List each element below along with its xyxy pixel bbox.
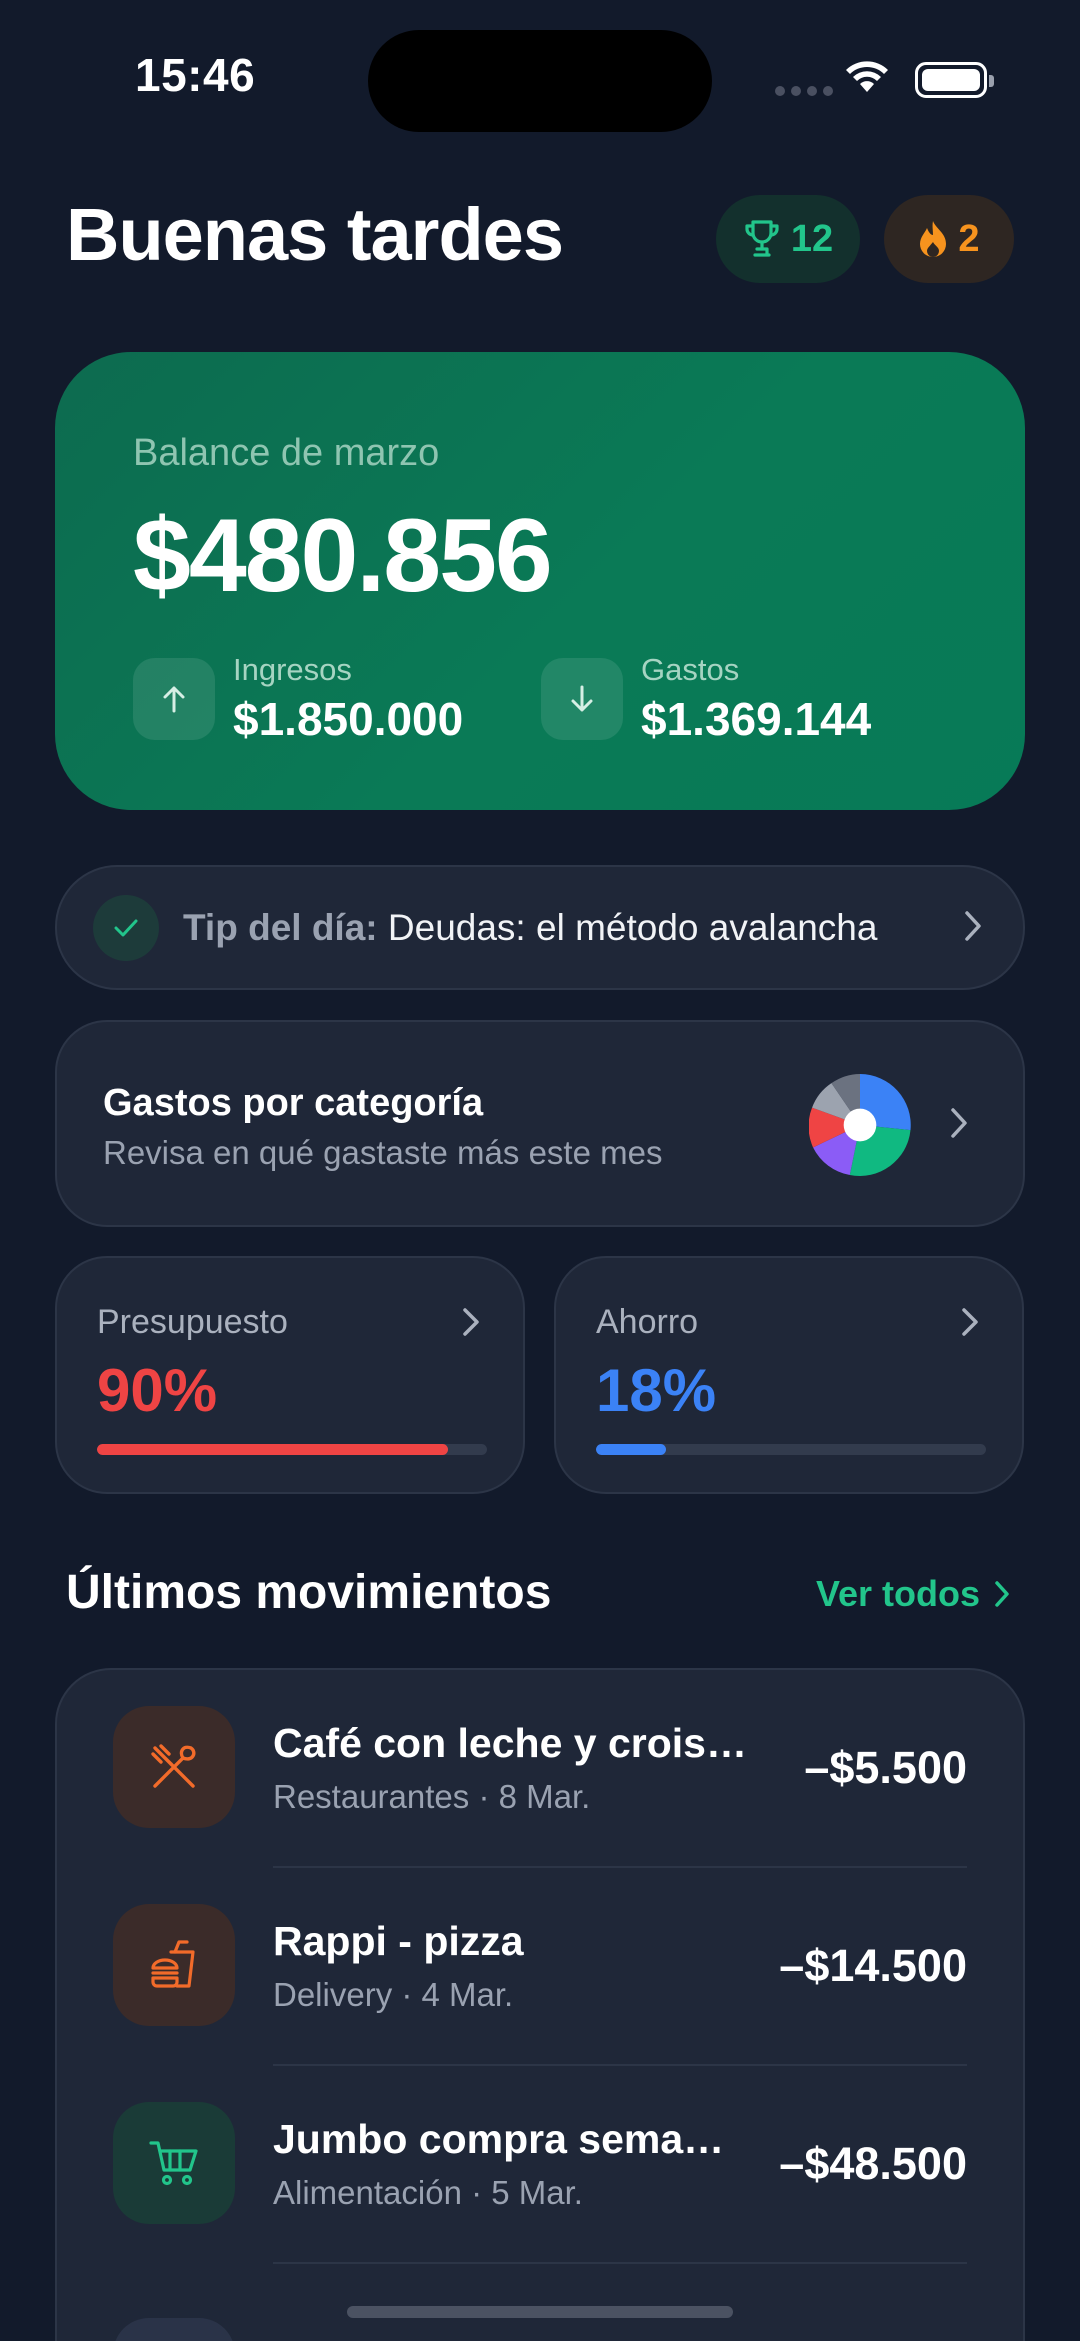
- cellular-signal-icon: [775, 86, 833, 96]
- expense-value: $1.369.144: [641, 693, 872, 745]
- budget-progress-track: [97, 1444, 487, 1455]
- see-all-link[interactable]: Ver todos: [816, 1573, 1010, 1615]
- chevron-right-icon: [951, 1108, 967, 1138]
- category-subtitle: Revisa en qué gastaste más este mes: [103, 1134, 663, 1171]
- check-icon: [93, 894, 159, 961]
- category-pie-icon: [809, 1074, 911, 1176]
- dynamic-island: [368, 30, 712, 132]
- category-title: Gastos por categoría: [103, 1082, 484, 1124]
- wifi-icon: [846, 61, 888, 92]
- page-title: Buenas tardes: [66, 193, 564, 276]
- status-time: 15:46: [135, 49, 256, 101]
- see-all-label: Ver todos: [815, 1573, 980, 1614]
- transaction-meta: Delivery · 4 Mar.: [273, 1976, 514, 2013]
- balance-label: Balance de marzo: [133, 432, 440, 474]
- budget-value: 90%: [97, 1357, 218, 1424]
- saving-progress-fill: [596, 1444, 667, 1455]
- tip-of-day-card[interactable]: Tip del día: Deudas: el método avalancha: [55, 865, 1025, 990]
- transaction-name: Jumbo compra sema…: [273, 2116, 725, 2162]
- balance-amount: $480.856: [133, 498, 553, 614]
- cart-icon: [113, 2102, 235, 2224]
- tip-text: Tip del día: Deudas: el método avalancha: [183, 907, 877, 949]
- utensils-icon: [113, 1706, 235, 1828]
- home-indicator: [347, 2306, 733, 2318]
- transaction-meta: Restaurantes · 8 Mar.: [273, 1778, 591, 1815]
- trophy-icon: [745, 220, 779, 257]
- transaction-amount: –$5.500: [804, 1742, 967, 1793]
- budget-progress-fill: [97, 1444, 448, 1455]
- trophy-badge[interactable]: 12: [716, 195, 860, 283]
- budget-card[interactable]: Presupuesto 90%: [55, 1256, 525, 1494]
- flame-icon: [920, 221, 947, 257]
- chevron-right-icon: [965, 911, 981, 941]
- arrow-up-icon: [133, 658, 215, 740]
- tip-body: Deudas: el método avalancha: [387, 906, 878, 948]
- chevron-right-icon: [962, 1308, 978, 1336]
- expenses-by-category-card[interactable]: Gastos por categoría Revisa en qué gasta…: [55, 1020, 1025, 1227]
- transaction-meta: Alimentación · 5 Mar.: [273, 2174, 583, 2211]
- arrow-down-icon: [541, 658, 623, 740]
- streak-badge[interactable]: 2: [884, 195, 1014, 283]
- income-summary: Ingresos $1.850.000: [133, 652, 463, 746]
- transaction-amount: –$48.500: [779, 2138, 967, 2189]
- chevron-right-icon: [463, 1308, 479, 1336]
- balance-card[interactable]: Balance de marzo $480.856 Ingresos $1.85…: [55, 352, 1025, 810]
- transaction-name: Café con leche y croiss…: [273, 1720, 763, 1766]
- movements-list: Café con leche y croiss… Restaurantes · …: [55, 1668, 1025, 2341]
- saving-value: 18%: [596, 1357, 717, 1424]
- tip-prefix: Tip del día:: [183, 906, 378, 948]
- expense-label: Gastos: [641, 652, 740, 687]
- list-item[interactable]: Jumbo compra sema… Alimentación · 5 Mar.…: [57, 2066, 1023, 2264]
- income-value: $1.850.000: [233, 693, 464, 745]
- transaction-amount: –$14.500: [779, 1940, 967, 1991]
- chevron-right-icon: [995, 1581, 1009, 1607]
- trophy-count: 12: [790, 217, 834, 260]
- battery-icon: [915, 62, 994, 98]
- expense-summary: Gastos $1.369.144: [541, 652, 871, 746]
- saving-card[interactable]: Ahorro 18%: [554, 1256, 1024, 1494]
- movements-title: Últimos movimientos: [66, 1566, 552, 1619]
- home-screen: 15:46 Buenas tardes 12 2 Balance de marz…: [0, 0, 1080, 2341]
- streak-count: 2: [958, 217, 980, 260]
- fastfood-icon: [113, 1904, 235, 2026]
- saving-label: Ahorro: [596, 1303, 699, 1341]
- saving-progress-track: [596, 1444, 986, 1455]
- transaction-name: Rappi - pizza: [273, 1918, 524, 1964]
- list-item-icon: [113, 2318, 235, 2341]
- budget-label: Presupuesto: [97, 1303, 288, 1341]
- income-label: Ingresos: [233, 652, 352, 687]
- list-item[interactable]: Café con leche y croiss… Restaurantes · …: [57, 1670, 1023, 1868]
- list-item[interactable]: Rappi - pizza Delivery · 4 Mar. –$14.500: [57, 1868, 1023, 2066]
- divider: [273, 2262, 967, 2264]
